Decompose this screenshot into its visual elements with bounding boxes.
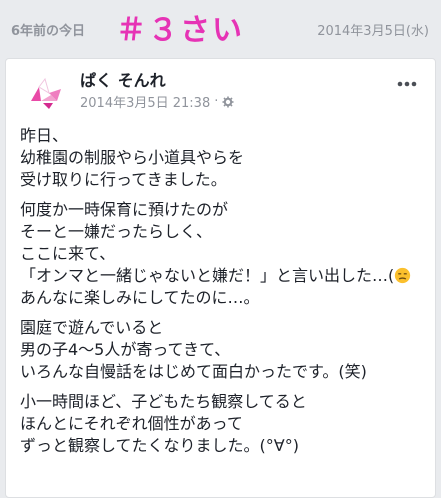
memory-header: 6年前の今日 ＃３さい 2014年3月5日(水) [0,0,441,58]
text-line: 男の子4〜5人が寄ってきて、 [20,340,231,359]
text-line: 幼稚園の制服やら小道具やらを [20,148,245,167]
paragraph-4: 小一時間ほど、子どもたち観察してると ほんとにそれぞれ個性があって ずっと観察し… [20,391,425,457]
text-line: ここに来て、 [20,244,116,263]
more-options-button[interactable] [397,74,417,94]
avatar-logo-icon [31,77,61,109]
overlay-title: ＃３さい [116,13,244,48]
more-icon [397,81,417,87]
paragraph-1: 昨日、 幼稚園の制服やら小道具やらを 受け取りに行ってきました。 [20,125,425,191]
text-line: 昨日、 [20,126,69,145]
meta-separator: · [214,94,219,109]
avatar[interactable] [27,71,71,115]
text-line: いろんな自慢話をはじめて面白かったです。(笑) [20,362,367,381]
memory-date: 2014年3月5日(水) [317,24,429,39]
text-line: ほんとにそれぞれ個性があって [20,414,243,433]
post-card: ぱく そんれ 2014年3月5日 21:38 · 昨日、 幼稚園の制服やら小道具… [5,58,436,498]
text-line: 何度か一時保育に預けたのが [20,200,229,219]
unamused-face-emoji [395,267,411,284]
post-body: 昨日、 幼稚園の制服やら小道具やらを 受け取りに行ってきました。 何度か一時保育… [20,125,425,465]
text-line: 小一時間ほど、子どもたち観察してると [20,392,307,411]
text-line: あんなに楽しみにしてたのに…。 [20,288,260,307]
text-line: ずっと観察してたくなりました。(°∀°) [20,436,299,455]
post-author[interactable]: ぱく そんれ [80,67,166,91]
post-timestamp[interactable]: 2014年3月5日 21:38 [80,92,210,111]
text-line: 受け取りに行ってきました。 [20,170,227,189]
text-line: そーと一嫌だったらしく、 [20,222,213,241]
gear-icon[interactable] [222,96,234,108]
post-meta: 2014年3月5日 21:38 · [80,92,234,111]
text-line: 園庭で遊んでいると [20,318,164,337]
paragraph-3: 園庭で遊んでいると 男の子4〜5人が寄ってきて、 いろんな自慢話をはじめて面白か… [20,317,425,383]
text-line-with-emoji: 「オンマと一緒じゃないと嫌だ！」と言い出した…( [20,265,425,287]
paragraph-2: 何度か一時保育に預けたのが そーと一嫌だったらしく、 ここに来て、 「オンマと一… [20,199,425,309]
years-ago-label: 6年前の今日 [11,24,86,39]
text-line: 「オンマと一緒じゃないと嫌だ！」と言い出した…( [20,266,395,285]
